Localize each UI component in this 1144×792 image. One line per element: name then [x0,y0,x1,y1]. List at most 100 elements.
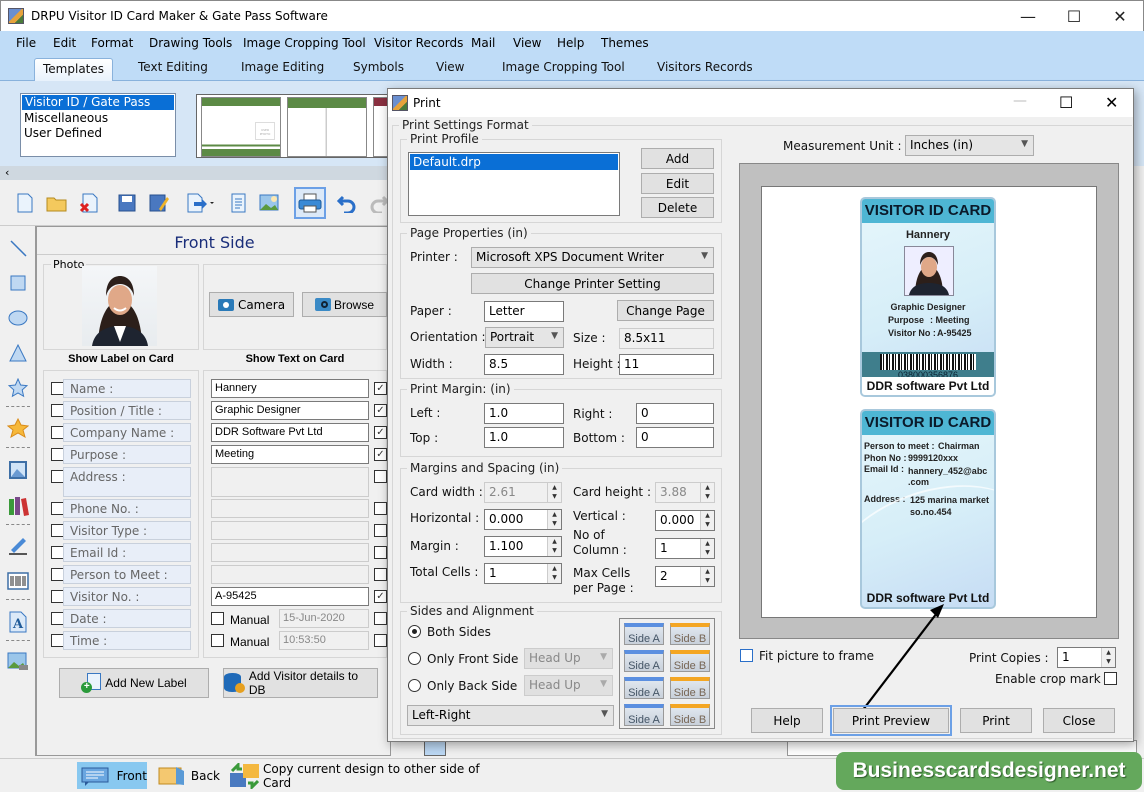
menu-file[interactable]: File [16,36,36,50]
menu-view[interactable]: View [513,36,541,50]
total-cells-spinner[interactable]: 1 ▲ ▼ [484,563,562,584]
printer-select[interactable]: Microsoft XPS Document Writer ▼ [471,247,714,268]
field-value[interactable]: Meeting [211,445,369,464]
background-image-icon[interactable] [6,650,30,674]
max-cells-spinner[interactable]: 2 ▲ ▼ [655,566,715,587]
profile-delete-button[interactable]: Delete [641,197,714,218]
close-button[interactable]: ✕ [1097,1,1143,32]
show-text-checkbox[interactable] [374,568,387,581]
star-icon[interactable] [6,376,30,400]
symbol-icon[interactable] [6,416,30,440]
menu-visitor-records[interactable]: Visitor Records [374,36,463,50]
tab-templates[interactable]: Templates [34,58,114,81]
barcode-icon[interactable] [6,569,30,593]
profile-list[interactable]: Default.drp [408,152,620,216]
side-b-button[interactable]: Side B [670,650,710,672]
vertical-spinner[interactable]: 0.000 ▲ ▼ [655,510,715,531]
front-only-radio[interactable] [408,652,421,665]
print-icon[interactable] [294,187,326,219]
manual-checkbox[interactable] [211,612,224,625]
horizontal-scrollbar[interactable]: ‹ [0,166,400,180]
save-icon[interactable] [114,190,140,216]
field-label[interactable]: Position / Title : [63,401,191,420]
field-label[interactable]: Time : [63,631,191,650]
template-thumb[interactable] [287,97,367,157]
field-value[interactable]: Hannery [211,379,369,398]
line-icon[interactable] [6,236,30,260]
menu-help[interactable]: Help [557,36,584,50]
height-field[interactable]: 11 [619,354,714,375]
field-label[interactable]: Company Name : [63,423,191,442]
spinner-arrows-icon[interactable]: ▲ ▼ [700,511,714,530]
side-a-button[interactable]: Side A [624,623,664,645]
tab-image-editing[interactable]: Image Editing [241,60,324,74]
open-icon[interactable] [44,190,70,216]
side-a-button[interactable]: Side A [624,704,664,726]
profile-item[interactable]: Default.drp [410,154,618,170]
orientation-select[interactable]: Portrait ▼ [485,327,564,348]
help-button[interactable]: Help [751,708,823,733]
category-miscellaneous[interactable]: Miscellaneous [21,111,175,126]
show-text-checkbox[interactable]: ✓ [374,448,387,461]
field-label[interactable]: Purpose : [63,445,191,464]
print-preview-button[interactable]: Print Preview [830,705,952,736]
field-label[interactable]: Person to Meet : [63,565,191,584]
tab-image-cropping-tool[interactable]: Image Cropping Tool [502,60,625,74]
side-b-button[interactable]: Side B [670,623,710,645]
spinner-arrows-icon[interactable]: ▲ ▼ [547,510,561,529]
picture-icon[interactable] [6,458,30,482]
side-a-button[interactable]: Side A [624,650,664,672]
spinner-arrows-icon[interactable]: ▲ ▼ [700,539,714,558]
text-icon[interactable]: A [6,610,30,634]
field-value[interactable]: A-95425 [211,587,369,606]
tab-visitors-records[interactable]: Visitors Records [657,60,753,74]
print-copies-spinner[interactable]: 1 ▲ ▼ [1057,647,1116,668]
show-text-checkbox[interactable] [374,470,387,483]
columns-spinner[interactable]: 1 ▲ ▼ [655,538,715,559]
menu-image-cropping[interactable]: Image Cropping Tool [243,36,366,50]
margin-left-field[interactable]: 1.0 [484,403,564,424]
menu-edit[interactable]: Edit [53,36,76,50]
show-text-checkbox[interactable] [374,524,387,537]
category-user-defined[interactable]: User Defined [21,126,175,141]
profile-edit-button[interactable]: Edit [641,173,714,194]
menu-drawing-tools[interactable]: Drawing Tools [149,36,232,50]
browse-button[interactable]: Browse [302,292,387,317]
margin-top-field[interactable]: 1.0 [484,427,564,448]
template-thumb[interactable]: USER PHOTO [201,97,281,157]
menu-themes[interactable]: Themes [601,36,649,50]
visitor-photo[interactable] [82,266,157,346]
add-new-label-button[interactable]: + Add New Label [59,668,209,698]
show-text-checkbox[interactable]: ✓ [374,426,387,439]
canvas-scroll-thumb[interactable] [424,740,446,756]
both-sides-radio[interactable] [408,625,421,638]
field-value[interactable]: DDR Software Pvt Ltd [211,423,369,442]
show-text-checkbox[interactable] [374,502,387,515]
dialog-minimize-button[interactable]: — [1013,93,1027,109]
paper-field[interactable]: Letter [484,301,564,322]
tab-view[interactable]: View [436,60,464,74]
properties-icon[interactable] [226,190,252,216]
show-text-checkbox[interactable] [374,546,387,559]
crop-mark-checkbox[interactable] [1104,672,1117,685]
measurement-select[interactable]: Inches (in) ▼ [905,135,1034,156]
template-category-list[interactable]: Visitor ID / Gate Pass Miscellaneous Use… [20,93,176,157]
spinner-arrows-icon[interactable]: ▲ ▼ [547,537,561,556]
spinner-arrows-icon[interactable]: ▲ ▼ [700,567,714,586]
dialog-maximize-button[interactable]: ☐ [1059,93,1073,112]
tab-text-editing[interactable]: Text Editing [138,60,208,74]
maximize-button[interactable]: ☐ [1051,1,1097,32]
undo-icon[interactable] [334,190,360,216]
profile-add-button[interactable]: Add [641,148,714,169]
field-value[interactable]: Graphic Designer [211,401,369,420]
print-button[interactable]: Print [960,708,1032,733]
spinner-arrows-icon[interactable]: ▲ ▼ [1101,648,1115,667]
dialog-close-button[interactable]: ✕ [1105,93,1118,112]
horizontal-spinner[interactable]: 0.000 ▲ ▼ [484,509,562,530]
alignment-select[interactable]: Left-Right ▼ [407,705,614,726]
back-side-button[interactable]: Back [158,762,220,789]
close-dialog-button[interactable]: Close [1043,708,1115,733]
signature-icon[interactable] [6,534,30,558]
field-label[interactable]: Address : [63,467,191,497]
export-icon[interactable] [184,190,216,216]
